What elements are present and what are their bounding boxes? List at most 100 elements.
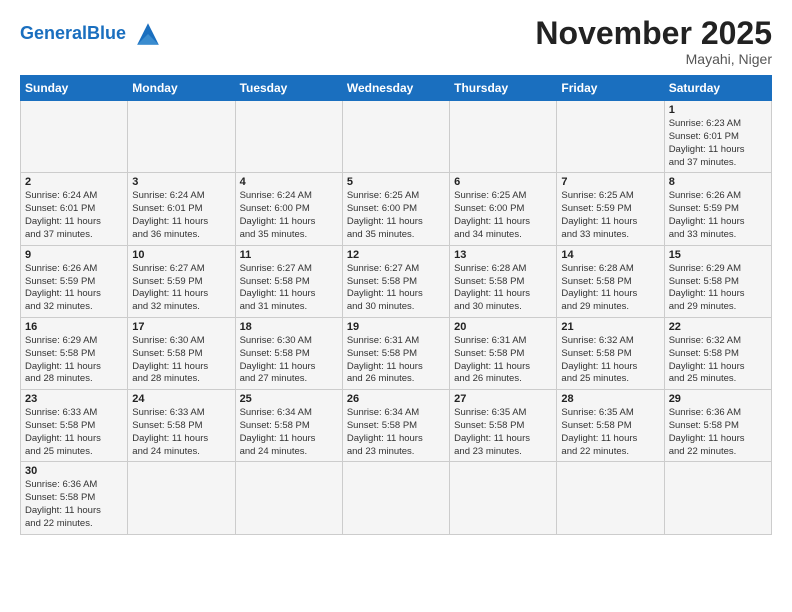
page: GeneralBlue November 2025 Mayahi, Niger …	[0, 0, 792, 551]
day-info: Sunrise: 6:30 AM Sunset: 5:58 PM Dayligh…	[132, 335, 230, 386]
day-number: 3	[132, 176, 230, 188]
day-number: 5	[347, 176, 445, 188]
day-info: Sunrise: 6:28 AM Sunset: 5:58 PM Dayligh…	[561, 263, 659, 314]
day-number: 29	[669, 393, 767, 405]
calendar-row-4: 23 Sunrise: 6:33 AM Sunset: 5:58 PM Dayli…	[21, 390, 772, 462]
logo: GeneralBlue	[20, 16, 166, 52]
day-info: Sunrise: 6:33 AM Sunset: 5:58 PM Dayligh…	[132, 407, 230, 458]
table-row: 3 Sunrise: 6:24 AM Sunset: 6:01 PM Daylig…	[128, 173, 235, 245]
table-row: 26Sunrise: 6:34 AM Sunset: 5:58 PM Dayli…	[342, 390, 449, 462]
table-row: 23Sunrise: 6:33 AM Sunset: 5:58 PM Dayli…	[21, 390, 128, 462]
table-row: 24Sunrise: 6:33 AM Sunset: 5:58 PM Dayli…	[128, 390, 235, 462]
logo-general: General	[20, 23, 87, 43]
table-row	[557, 462, 664, 534]
table-row: 20Sunrise: 6:31 AM Sunset: 5:58 PM Dayli…	[450, 317, 557, 389]
table-row	[664, 462, 771, 534]
day-number: 12	[347, 249, 445, 261]
day-number: 8	[669, 176, 767, 188]
day-info: Sunrise: 6:34 AM Sunset: 5:58 PM Dayligh…	[347, 407, 445, 458]
table-row: 29 Sunrise: 6:36 AM Sunset: 5:58 PM Dayli…	[664, 390, 771, 462]
table-row: 15 Sunrise: 6:29 AM Sunset: 5:58 PM Dayli…	[664, 245, 771, 317]
day-number: 13	[454, 249, 552, 261]
calendar-row-5: 30 Sunrise: 6:36 AM Sunset: 5:58 PM Dayli…	[21, 462, 772, 534]
table-row	[235, 101, 342, 173]
table-row	[21, 101, 128, 173]
table-row: 6 Sunrise: 6:25 AM Sunset: 6:00 PM Daylig…	[450, 173, 557, 245]
header-wednesday: Wednesday	[342, 76, 449, 101]
day-number: 1	[669, 104, 767, 116]
table-row: 22 Sunrise: 6:32 AM Sunset: 5:58 PM Dayli…	[664, 317, 771, 389]
table-row: 8 Sunrise: 6:26 AM Sunset: 5:59 PM Daylig…	[664, 173, 771, 245]
day-number: 6	[454, 176, 552, 188]
table-row: 9 Sunrise: 6:26 AM Sunset: 5:59 PM Daylig…	[21, 245, 128, 317]
day-number: 2	[25, 176, 123, 188]
day-number: 23	[25, 393, 123, 405]
day-number: 30	[25, 465, 123, 477]
header-friday: Friday	[557, 76, 664, 101]
table-row: 11 Sunrise: 6:27 AM Sunset: 5:58 PM Dayli…	[235, 245, 342, 317]
table-row: 27Sunrise: 6:35 AM Sunset: 5:58 PM Dayli…	[450, 390, 557, 462]
header-tuesday: Tuesday	[235, 76, 342, 101]
calendar-row-2: 9 Sunrise: 6:26 AM Sunset: 5:59 PM Daylig…	[21, 245, 772, 317]
header-monday: Monday	[128, 76, 235, 101]
day-number: 15	[669, 249, 767, 261]
table-row	[342, 101, 449, 173]
day-info: Sunrise: 6:35 AM Sunset: 5:58 PM Dayligh…	[561, 407, 659, 458]
calendar-row-1: 2 Sunrise: 6:24 AM Sunset: 6:01 PM Daylig…	[21, 173, 772, 245]
logo-blue: Blue	[87, 23, 126, 43]
day-number: 9	[25, 249, 123, 261]
day-info: Sunrise: 6:26 AM Sunset: 5:59 PM Dayligh…	[25, 263, 123, 314]
day-info: Sunrise: 6:31 AM Sunset: 5:58 PM Dayligh…	[347, 335, 445, 386]
day-info: Sunrise: 6:27 AM Sunset: 5:58 PM Dayligh…	[347, 263, 445, 314]
day-info: Sunrise: 6:24 AM Sunset: 6:01 PM Dayligh…	[25, 190, 123, 241]
day-info: Sunrise: 6:36 AM Sunset: 5:58 PM Dayligh…	[669, 407, 767, 458]
table-row: 30 Sunrise: 6:36 AM Sunset: 5:58 PM Dayli…	[21, 462, 128, 534]
day-number: 28	[561, 393, 659, 405]
table-row	[557, 101, 664, 173]
day-info: Sunrise: 6:29 AM Sunset: 5:58 PM Dayligh…	[669, 263, 767, 314]
logo-icon	[130, 16, 166, 52]
table-row: 7 Sunrise: 6:25 AM Sunset: 5:59 PM Daylig…	[557, 173, 664, 245]
table-row: 28 Sunrise: 6:35 AM Sunset: 5:58 PM Dayli…	[557, 390, 664, 462]
day-info: Sunrise: 6:29 AM Sunset: 5:58 PM Dayligh…	[25, 335, 123, 386]
day-info: Sunrise: 6:24 AM Sunset: 6:01 PM Dayligh…	[132, 190, 230, 241]
day-info: Sunrise: 6:27 AM Sunset: 5:58 PM Dayligh…	[240, 263, 338, 314]
day-number: 21	[561, 321, 659, 333]
month-title: November 2025	[535, 16, 772, 51]
table-row: 16 Sunrise: 6:29 AM Sunset: 5:58 PM Dayli…	[21, 317, 128, 389]
day-number: 27	[454, 393, 552, 405]
day-info: Sunrise: 6:25 AM Sunset: 5:59 PM Dayligh…	[561, 190, 659, 241]
day-info: Sunrise: 6:23 AM Sunset: 6:01 PM Dayligh…	[669, 118, 767, 169]
day-info: Sunrise: 6:25 AM Sunset: 6:00 PM Dayligh…	[347, 190, 445, 241]
day-number: 19	[347, 321, 445, 333]
table-row: 10Sunrise: 6:27 AM Sunset: 5:59 PM Dayli…	[128, 245, 235, 317]
header: GeneralBlue November 2025 Mayahi, Niger	[20, 16, 772, 67]
title-block: November 2025 Mayahi, Niger	[535, 16, 772, 67]
table-row: 12 Sunrise: 6:27 AM Sunset: 5:58 PM Dayli…	[342, 245, 449, 317]
day-number: 11	[240, 249, 338, 261]
day-info: Sunrise: 6:34 AM Sunset: 5:58 PM Dayligh…	[240, 407, 338, 458]
day-number: 16	[25, 321, 123, 333]
day-info: Sunrise: 6:30 AM Sunset: 5:58 PM Dayligh…	[240, 335, 338, 386]
day-info: Sunrise: 6:32 AM Sunset: 5:58 PM Dayligh…	[669, 335, 767, 386]
day-number: 14	[561, 249, 659, 261]
day-info: Sunrise: 6:24 AM Sunset: 6:00 PM Dayligh…	[240, 190, 338, 241]
weekday-header-row: Sunday Monday Tuesday Wednesday Thursday…	[21, 76, 772, 101]
day-number: 22	[669, 321, 767, 333]
table-row: 19 Sunrise: 6:31 AM Sunset: 5:58 PM Dayli…	[342, 317, 449, 389]
day-info: Sunrise: 6:31 AM Sunset: 5:58 PM Dayligh…	[454, 335, 552, 386]
table-row: 5 Sunrise: 6:25 AM Sunset: 6:00 PM Daylig…	[342, 173, 449, 245]
table-row: 14 Sunrise: 6:28 AM Sunset: 5:58 PM Dayli…	[557, 245, 664, 317]
day-info: Sunrise: 6:26 AM Sunset: 5:59 PM Dayligh…	[669, 190, 767, 241]
day-info: Sunrise: 6:25 AM Sunset: 6:00 PM Dayligh…	[454, 190, 552, 241]
table-row	[450, 101, 557, 173]
table-row: 1 Sunrise: 6:23 AM Sunset: 6:01 PM Daylig…	[664, 101, 771, 173]
day-number: 4	[240, 176, 338, 188]
day-number: 18	[240, 321, 338, 333]
table-row	[450, 462, 557, 534]
day-number: 7	[561, 176, 659, 188]
day-info: Sunrise: 6:28 AM Sunset: 5:58 PM Dayligh…	[454, 263, 552, 314]
day-info: Sunrise: 6:36 AM Sunset: 5:58 PM Dayligh…	[25, 479, 123, 530]
table-row	[235, 462, 342, 534]
day-number: 17	[132, 321, 230, 333]
